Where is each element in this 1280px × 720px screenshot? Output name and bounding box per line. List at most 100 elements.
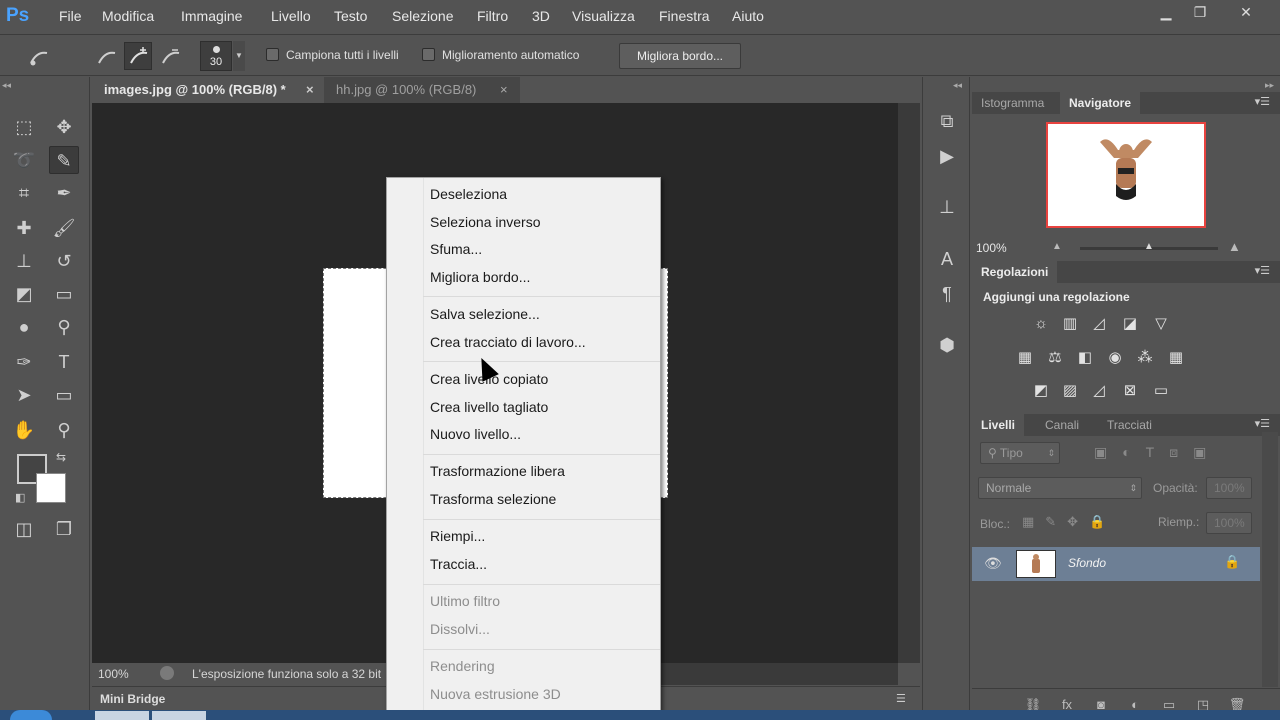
- ctx-deseleziona[interactable]: Deseleziona: [430, 186, 507, 202]
- opacity-input[interactable]: 100%: [1206, 477, 1252, 499]
- layer-filter-icons[interactable]: ▣◐T⧈▣: [1094, 444, 1221, 461]
- ctx-sfuma[interactable]: Sfuma...: [430, 241, 482, 257]
- menu-livello[interactable]: Livello: [271, 8, 311, 24]
- menu-immagine[interactable]: Immagine: [181, 8, 242, 24]
- exposure-icon[interactable]: ◪: [1119, 313, 1141, 335]
- subtract-selection-mode-button[interactable]: [156, 42, 184, 70]
- tab-images-jpg[interactable]: images.jpg @ 100% (RGB/8) * ×: [92, 77, 322, 103]
- brush-size-picker[interactable]: 30: [200, 41, 232, 71]
- status-zoom[interactable]: 100%: [98, 667, 129, 681]
- layers-scrollbar[interactable]: [1262, 432, 1278, 687]
- menu-filtro[interactable]: Filtro: [477, 8, 508, 24]
- posterize-icon[interactable]: ▨: [1059, 380, 1081, 402]
- levels-icon[interactable]: ▥: [1059, 313, 1081, 335]
- start-button-icon[interactable]: [10, 710, 52, 720]
- lasso-tool-icon[interactable]: ➰: [9, 146, 39, 174]
- menu-selezione[interactable]: Selezione: [392, 8, 454, 24]
- ctx-seleziona-inverso[interactable]: Seleziona inverso: [430, 214, 541, 230]
- panel-menu-icon[interactable]: ▾☰: [1255, 264, 1270, 277]
- gradient-tool-icon[interactable]: ▭: [49, 280, 79, 308]
- history-panel-icon[interactable]: ⧉: [935, 109, 959, 133]
- tab-istogramma[interactable]: Istogramma: [972, 92, 1053, 114]
- rectangle-tool-icon[interactable]: ▭: [49, 381, 79, 409]
- menu-visualizza[interactable]: Visualizza: [572, 8, 635, 24]
- zoom-slider-thumb[interactable]: ▲: [1144, 241, 1154, 252]
- vibrance-icon[interactable]: ▽: [1150, 313, 1172, 335]
- character-panel-icon[interactable]: A: [935, 247, 959, 271]
- tab-regolazioni[interactable]: Regolazioni: [972, 261, 1058, 283]
- minimize-button[interactable]: ▁: [1153, 3, 1179, 21]
- collapse-dock-icon[interactable]: ▸▸: [1265, 80, 1274, 91]
- menu-modifica[interactable]: Modifica: [102, 8, 154, 24]
- hand-tool-icon[interactable]: ✋: [9, 416, 39, 444]
- menu-finestra[interactable]: Finestra: [659, 8, 710, 24]
- quick-selection-tool-icon[interactable]: ✎: [49, 146, 79, 174]
- mini-bridge-tab[interactable]: Mini Bridge: [100, 692, 165, 706]
- panel-menu-icon[interactable]: ▾☰: [1255, 417, 1270, 430]
- sample-all-layers-checkbox[interactable]: [266, 48, 279, 61]
- ctx-salva-selezione[interactable]: Salva selezione...: [430, 306, 540, 322]
- ctx-crea-tracciato[interactable]: Crea tracciato di lavoro...: [430, 334, 586, 350]
- close-tab-icon[interactable]: ×: [500, 77, 508, 103]
- curves-icon[interactable]: ◿: [1088, 313, 1110, 335]
- collapse-toolbox-icon[interactable]: ◂◂: [2, 80, 11, 91]
- tab-tracciati[interactable]: Tracciati: [1098, 414, 1161, 436]
- color-lookup-icon[interactable]: ▦: [1165, 347, 1187, 369]
- auto-enhance-checkbox[interactable]: [422, 48, 435, 61]
- panel-menu-icon[interactable]: ▾☰: [1255, 95, 1270, 108]
- default-colors-icon[interactable]: ◧: [15, 491, 25, 504]
- restore-button[interactable]: ❐: [1187, 3, 1213, 21]
- ctx-trasforma-selezione[interactable]: Trasforma selezione: [430, 491, 556, 507]
- add-selection-mode-button[interactable]: [124, 42, 152, 70]
- move-tool-icon[interactable]: ✥: [49, 113, 79, 141]
- brush-tool-icon[interactable]: 🖌: [49, 214, 79, 242]
- eyedropper-tool-icon[interactable]: ✒: [49, 179, 79, 207]
- taskbar-item[interactable]: [152, 711, 206, 720]
- eraser-tool-icon[interactable]: ◩: [9, 280, 39, 308]
- close-window-button[interactable]: ✕: [1233, 3, 1259, 21]
- panel-menu-icon[interactable]: ☰: [896, 692, 906, 705]
- ctx-crea-livello-tagliato[interactable]: Crea livello tagliato: [430, 399, 548, 415]
- refine-edge-button[interactable]: Migliora bordo...: [619, 43, 741, 69]
- threshold-icon[interactable]: ◿: [1088, 380, 1110, 402]
- menu-file[interactable]: File: [59, 8, 82, 24]
- channel-mixer-icon[interactable]: ⁂: [1134, 347, 1156, 369]
- quick-mask-icon[interactable]: ◫: [9, 515, 39, 543]
- black-white-icon[interactable]: ◧: [1074, 347, 1096, 369]
- zoom-out-icon[interactable]: ▲: [1052, 241, 1062, 252]
- hue-saturation-icon[interactable]: ▦: [1014, 347, 1036, 369]
- crop-tool-icon[interactable]: ⌗: [9, 179, 39, 207]
- tool-preset-picker[interactable]: [24, 42, 52, 70]
- navigator-zoom-value[interactable]: 100%: [976, 241, 1007, 255]
- ctx-migliora-bordo[interactable]: Migliora bordo...: [430, 269, 530, 285]
- new-selection-mode-button[interactable]: [92, 42, 120, 70]
- swap-colors-icon[interactable]: ⇆: [56, 450, 66, 464]
- gradient-map-icon[interactable]: ▭: [1150, 380, 1172, 402]
- background-color-swatch[interactable]: [36, 473, 66, 503]
- fill-input[interactable]: 100%: [1206, 512, 1252, 534]
- tab-hh-jpg[interactable]: hh.jpg @ 100% (RGB/8) ×: [324, 77, 520, 103]
- history-brush-tool-icon[interactable]: ↺: [49, 247, 79, 275]
- pen-tool-icon[interactable]: ✑: [9, 348, 39, 376]
- menu-testo[interactable]: Testo: [334, 8, 367, 24]
- ctx-trasformazione-libera[interactable]: Trasformazione libera: [430, 463, 565, 479]
- tool-presets-icon[interactable]: ⊥: [935, 195, 959, 219]
- paragraph-panel-icon[interactable]: ¶: [935, 282, 959, 306]
- menu-aiuto[interactable]: Aiuto: [732, 8, 764, 24]
- color-balance-icon[interactable]: ⚖: [1044, 347, 1066, 369]
- vertical-scrollbar[interactable]: [898, 103, 920, 663]
- blur-tool-icon[interactable]: ●: [9, 313, 39, 341]
- zoom-in-icon[interactable]: ▲: [1228, 239, 1241, 254]
- menu-3d[interactable]: 3D: [532, 8, 550, 24]
- zoom-tool-icon[interactable]: ⚲: [49, 416, 79, 444]
- brush-size-dropdown[interactable]: ▼: [233, 41, 245, 71]
- 3d-panel-icon[interactable]: ⬢: [935, 333, 959, 357]
- close-tab-icon[interactable]: ×: [306, 77, 314, 103]
- ctx-traccia[interactable]: Traccia...: [430, 556, 487, 572]
- tab-navigatore[interactable]: Navigatore: [1060, 92, 1141, 114]
- path-selection-tool-icon[interactable]: ➤: [9, 381, 39, 409]
- taskbar-item[interactable]: [95, 711, 149, 720]
- tab-canali[interactable]: Canali: [1036, 414, 1088, 436]
- eye-visibility-icon[interactable]: 👁: [984, 555, 1002, 572]
- ctx-riempi[interactable]: Riempi...: [430, 528, 485, 544]
